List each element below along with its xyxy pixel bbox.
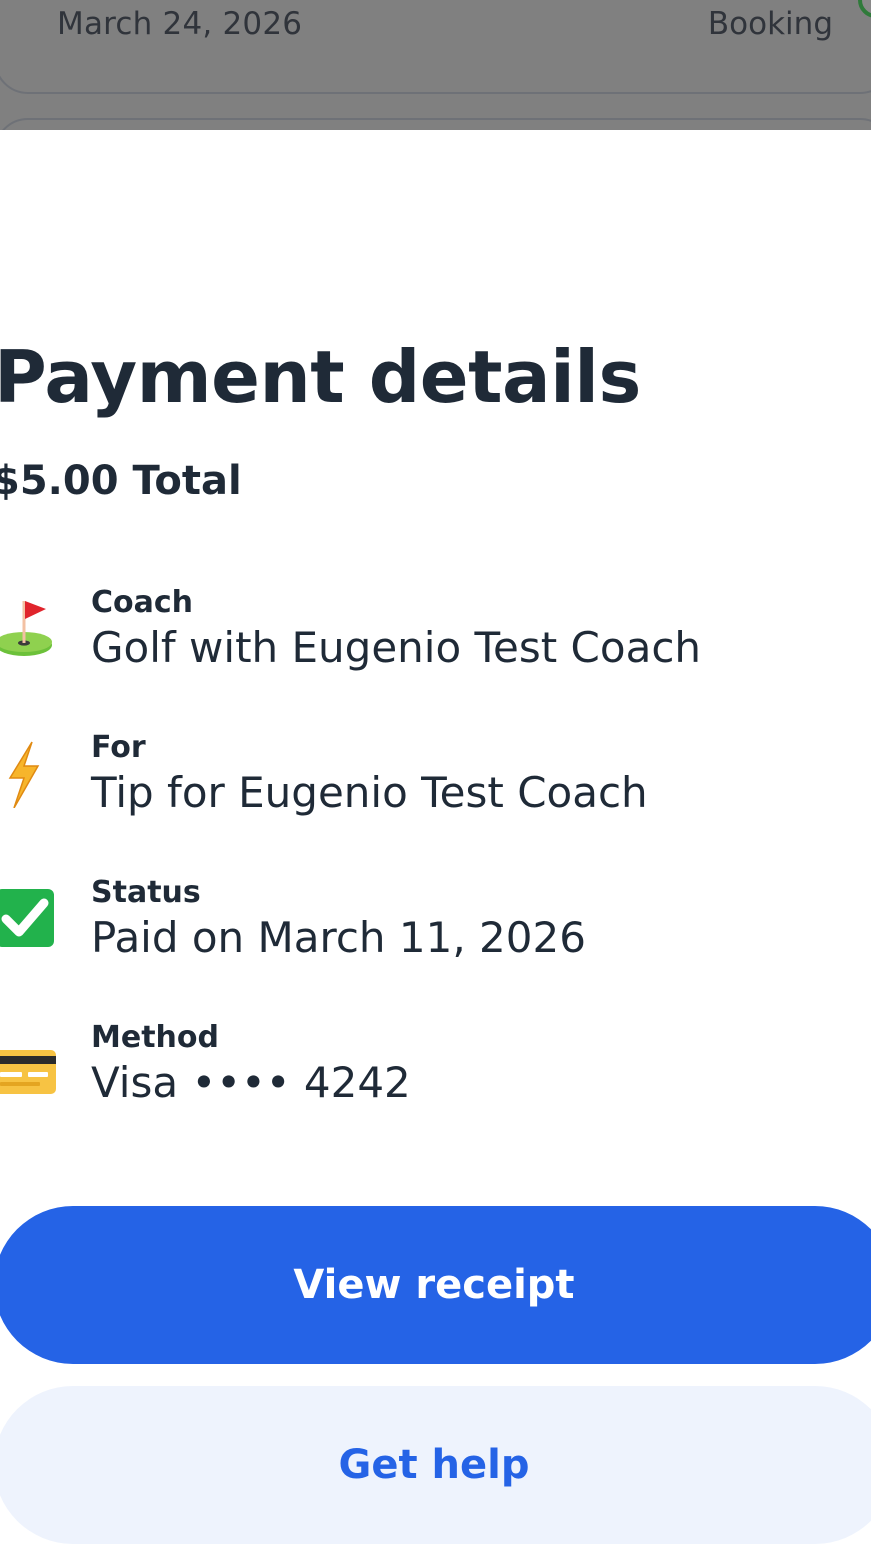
detail-value-for: Tip for Eugenio Test Coach [91,768,648,817]
payment-total: $5.00 Total [0,458,242,504]
lightning-icon [0,738,58,809]
detail-row-for: For Tip for Eugenio Test Coach [0,730,871,840]
detail-value-coach: Golf with Eugenio Test Coach [91,623,702,672]
detail-row-method: Method Visa •••• 4242 [0,1020,871,1130]
sheet-title: Payment details [0,335,641,419]
background-card-date: March 24, 2026 [57,6,303,42]
detail-label-method: Method [91,1020,219,1055]
get-help-label: Get help [338,1442,530,1488]
detail-label-coach: Coach [91,585,194,620]
credit-card-icon [0,1028,58,1098]
detail-value-method: Visa •••• 4242 [91,1058,411,1107]
payment-details-screen: March 24, 2026 Booking Payment details $… [0,0,871,1549]
view-receipt-label: View receipt [293,1262,575,1308]
detail-value-status: Paid on March 11, 2026 [91,913,586,962]
get-help-button[interactable]: Get help [0,1386,871,1544]
detail-row-status: Status Paid on March 11, 2026 [0,875,871,985]
golf-flag-icon [0,593,58,663]
detail-label-status: Status [91,875,201,910]
check-mark-icon [0,883,58,953]
background-list-card-next [0,118,871,130]
detail-row-coach: Coach Golf with Eugenio Test Coach [0,585,871,695]
payment-details-sheet: Payment details $5.00 Total Coach Golf w… [0,130,871,1549]
background-card-type: Booking [707,6,833,42]
view-receipt-button[interactable]: View receipt [0,1206,871,1364]
detail-label-for: For [91,730,146,765]
background-overlay[interactable]: March 24, 2026 Booking [0,0,871,130]
